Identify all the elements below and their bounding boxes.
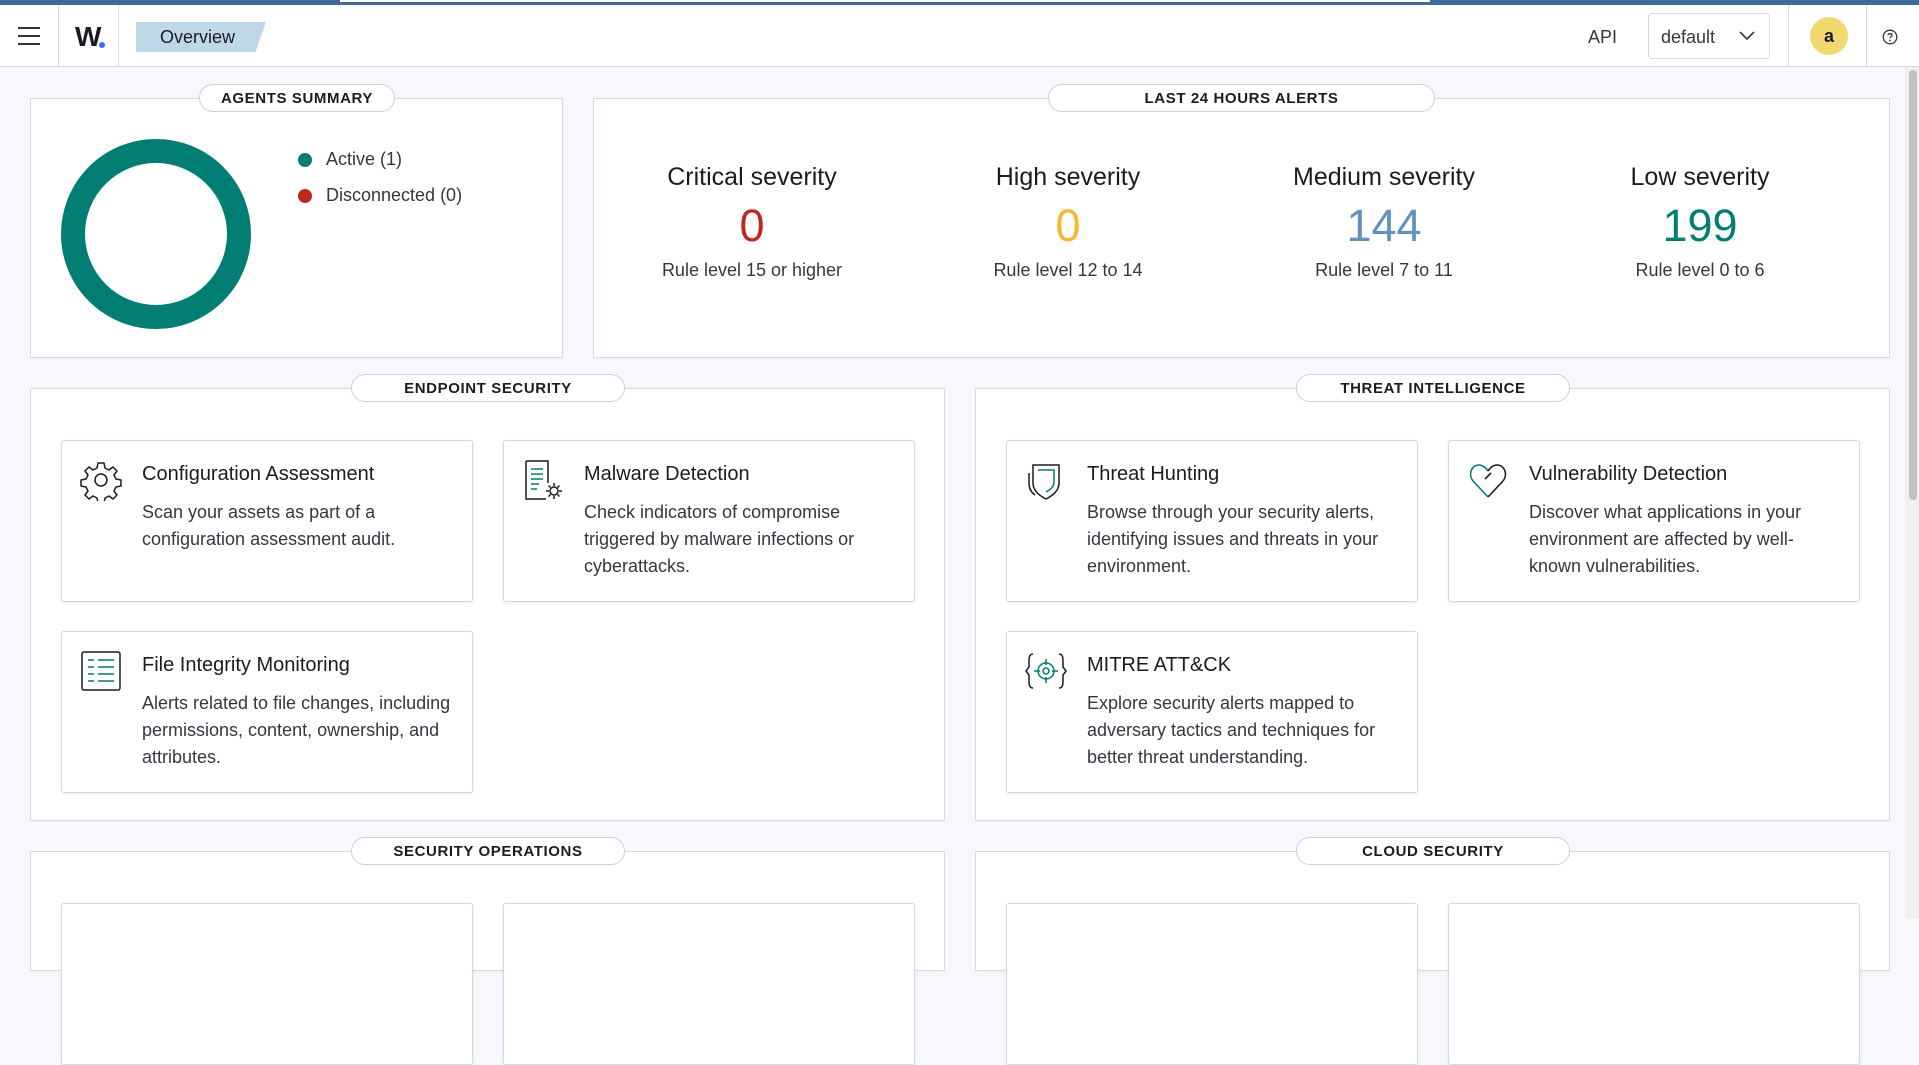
agents-summary-title: AGENTS SUMMARY [199, 84, 395, 112]
card-description: Scan your assets as part of a configurat… [142, 502, 396, 549]
donut-active-segment [61, 139, 251, 329]
card-cloud-security-2[interactable] [1448, 903, 1860, 1065]
user-avatar[interactable]: a [1810, 17, 1848, 55]
card-malware-detection[interactable]: Malware Detection Check indicators of co… [503, 440, 915, 602]
low-severity-title: Low severity [1630, 163, 1770, 191]
endpoint-security-title: ENDPOINT SECURITY [351, 374, 625, 402]
cloud-security-panel [975, 851, 1890, 1065]
help-icon[interactable] [1882, 29, 1898, 45]
high-severity-title: High severity [995, 163, 1141, 191]
alerts-title: LAST 24 HOURS ALERTS [1048, 84, 1435, 112]
card-cloud-security-1[interactable] [1006, 903, 1418, 1065]
critical-severity-title: Critical severity [667, 163, 837, 191]
low-severity-stat: Low severity 199 Rule level 0 to 6 [1542, 163, 1858, 281]
divider [1788, 5, 1789, 67]
card-title: Configuration Assessment [142, 463, 375, 485]
chevron-down-icon [1739, 31, 1755, 41]
card-title: Malware Detection [584, 463, 750, 485]
loading-progress-highlight [340, 0, 1430, 2]
threat-intelligence-title: THREAT INTELLIGENCE [1296, 374, 1570, 402]
critical-severity-count[interactable]: 0 [594, 200, 910, 252]
security-operations-panel [30, 851, 945, 1065]
heart-icon [1469, 464, 1507, 498]
crosshair-icon [1025, 653, 1067, 689]
threat-intelligence-panel: Threat Hunting Browse through your secur… [975, 388, 1890, 821]
high-severity-count[interactable]: 0 [910, 200, 1226, 252]
legend-active[interactable]: Active (1) [326, 149, 402, 170]
card-file-integrity-monitoring[interactable]: File Integrity Monitoring Alerts related… [61, 631, 473, 793]
medium-severity-count[interactable]: 144 [1226, 200, 1542, 252]
card-security-operations-1[interactable] [61, 903, 473, 1065]
card-vulnerability-detection[interactable]: Vulnerability Detection Discover what ap… [1448, 440, 1860, 602]
card-description: Explore security alerts mapped to advers… [1087, 693, 1376, 767]
app-logo[interactable]: W [75, 21, 101, 53]
logo-dot [99, 42, 105, 48]
list-document-icon [81, 651, 121, 691]
medium-severity-sub: Rule level 7 to 11 [1315, 260, 1453, 280]
card-description: Alerts related to file changes, includin… [142, 693, 451, 767]
gear-icon [80, 462, 122, 501]
active-legend-dot [298, 153, 312, 167]
low-severity-sub: Rule level 0 to 6 [1635, 260, 1765, 280]
top-header: W Overview API default a [0, 5, 1919, 67]
hamburger-menu-icon[interactable] [18, 27, 40, 45]
breadcrumb-overview[interactable]: Overview [136, 22, 266, 52]
agents-summary-panel: Active (1) Disconnected (0) [30, 98, 563, 358]
card-threat-hunting[interactable]: Threat Hunting Browse through your secur… [1006, 440, 1418, 602]
endpoint-security-panel: Configuration Assessment Scan your asset… [30, 388, 945, 821]
high-severity-sub: Rule level 12 to 14 [993, 260, 1143, 280]
critical-severity-stat: Critical severity 0 Rule level 15 or hig… [594, 163, 910, 281]
card-description: Discover what applications in your envir… [1529, 502, 1802, 576]
shield-icon [1028, 464, 1060, 500]
disconnected-legend-dot [298, 189, 312, 203]
card-description: Check indicators of compromise triggered… [584, 502, 855, 576]
api-select[interactable]: default [1648, 13, 1770, 59]
card-title: File Integrity Monitoring [142, 654, 350, 676]
scrollbar-thumb[interactable] [1909, 70, 1917, 500]
document-gear-icon [525, 460, 562, 500]
api-label: API [1588, 27, 1618, 47]
api-select-value: default [1661, 27, 1716, 47]
cloud-security-title: CLOUD SECURITY [1296, 837, 1570, 865]
medium-severity-stat: Medium severity 144 Rule level 7 to 11 [1226, 163, 1542, 281]
alerts-panel: Critical severity 0 Rule level 15 or hig… [593, 98, 1890, 358]
medium-severity-title: Medium severity [1293, 163, 1475, 191]
low-severity-count[interactable]: 199 [1542, 200, 1858, 252]
card-title: Vulnerability Detection [1529, 463, 1728, 485]
divider [1866, 5, 1867, 67]
card-security-operations-2[interactable] [503, 903, 915, 1065]
card-configuration-assessment[interactable]: Configuration Assessment Scan your asset… [61, 440, 473, 602]
card-mitre-attack[interactable]: MITRE ATT&CK Explore security alerts map… [1006, 631, 1418, 793]
card-title: MITRE ATT&CK [1087, 654, 1232, 676]
high-severity-stat: High severity 0 Rule level 12 to 14 [910, 163, 1226, 281]
card-description: Browse through your security alerts, ide… [1087, 502, 1379, 576]
security-operations-title: SECURITY OPERATIONS [351, 837, 625, 865]
legend-disconnected[interactable]: Disconnected (0) [326, 185, 462, 206]
agents-donut-chart[interactable] [61, 139, 251, 329]
divider [118, 5, 119, 67]
critical-severity-sub: Rule level 15 or higher [661, 260, 843, 280]
card-title: Threat Hunting [1087, 463, 1220, 485]
divider [58, 5, 59, 67]
